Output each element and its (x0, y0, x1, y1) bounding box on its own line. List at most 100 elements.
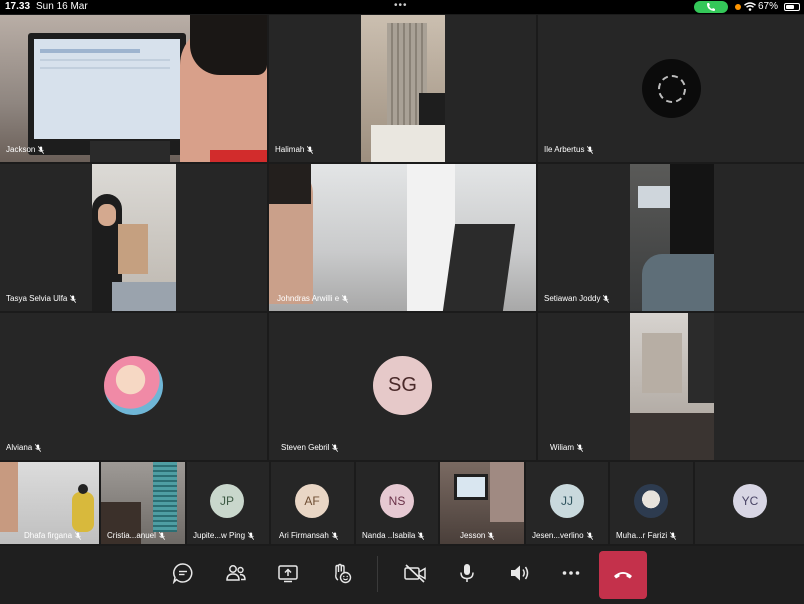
participant-tile-halimah[interactable]: Halimah (269, 15, 536, 162)
avatar: AF (295, 484, 329, 518)
avatar-initials: AF (304, 494, 320, 508)
battery-icon (784, 3, 800, 11)
name-text: Ari Firmansah (279, 531, 329, 540)
reactions-button[interactable] (328, 560, 354, 586)
name-text: Jackson (6, 145, 36, 154)
mic-muted-icon (418, 531, 425, 540)
chat-button[interactable] (170, 560, 196, 586)
mic-muted-icon (670, 531, 677, 540)
battery-fill (786, 5, 794, 9)
avatar: SG (373, 356, 432, 415)
status-date: Sun 16 Mar (36, 1, 88, 12)
mic-muted-icon (158, 531, 165, 540)
participant-tile-ari[interactable]: AF Ari Firmansah (271, 462, 354, 544)
participant-name-label: Johndras Arwilli e (277, 294, 349, 303)
status-bar: 17.33 Sun 16 Mar ••• 67% (0, 0, 804, 14)
mic-muted-icon (577, 443, 583, 452)
mic-muted-icon (70, 294, 77, 303)
video-feed (630, 164, 714, 311)
participant-tile-nanda[interactable]: NS Nanda ..Isabila (356, 462, 438, 544)
name-text: Dhafa firgana (24, 531, 73, 540)
participant-tile-ile[interactable]: Ile Arbertus (538, 15, 804, 162)
participant-name-label: Muha...r Farizi (616, 531, 677, 540)
battery-percent: 67% (758, 1, 779, 12)
participant-tile-dhafa[interactable]: Dhafa firgana (0, 462, 99, 544)
camera-off-icon (404, 564, 426, 583)
meeting-toolbar (0, 546, 804, 604)
name-text: Jesen...verlino (532, 531, 584, 540)
name-text: Muha...r Farizi (616, 531, 668, 540)
participant-name-label: Steven Gebril (281, 443, 339, 452)
participant-name-label: Cristia...anuel (107, 531, 165, 540)
participant-tile-johndras[interactable]: Johndras Arwilli e (269, 164, 536, 311)
avatar-initials: SG (388, 374, 417, 396)
video-feed (269, 164, 536, 311)
name-text: Steven Gebril (281, 443, 330, 452)
participant-name-label: Alviana (6, 443, 42, 452)
participant-tile-setiawan[interactable]: Setiawan Joddy (538, 164, 804, 311)
participant-tile-cristia[interactable]: Cristia...anuel (101, 462, 185, 544)
name-text: Jesson (460, 531, 486, 540)
name-text: Nanda ..Isabila (362, 531, 416, 540)
share-screen-icon (278, 565, 298, 583)
phone-icon (707, 3, 715, 11)
participant-tile-steven[interactable]: SG Steven Gebril (269, 313, 536, 460)
name-text: Alviana (6, 443, 33, 452)
participant-name-label: Ile Arbertus (544, 145, 594, 154)
participant-name-label: Jackson (6, 145, 45, 154)
wifi-icon (744, 2, 756, 11)
avatar (634, 484, 668, 518)
participant-tile-wiliam[interactable]: Wiliam (538, 313, 804, 460)
name-text: Tasya Selvia Ulfa (6, 294, 68, 303)
mic-muted-icon (248, 531, 255, 540)
video-feed (361, 15, 445, 162)
mic-muted-icon (38, 145, 45, 154)
video-feed (0, 15, 267, 162)
status-time: 17.33 (5, 1, 31, 12)
avatar: JJ (550, 484, 584, 518)
participant-tile-jesson[interactable]: Jesson (440, 462, 524, 544)
leave-call-button[interactable] (599, 551, 647, 599)
mic-muted-icon (587, 145, 594, 154)
participant-tile-tasya[interactable]: Tasya Selvia Ulfa (0, 164, 267, 311)
active-call-pill[interactable] (694, 1, 728, 13)
avatar-initials: JJ (561, 494, 573, 508)
microphone-toggle-button[interactable] (454, 560, 480, 586)
avatar-initials: YC (741, 494, 759, 508)
participant-name-label: Halimah (275, 145, 314, 154)
participant-tile-jupite[interactable]: JP Jupite...w Ping (187, 462, 269, 544)
speaker-button[interactable] (506, 560, 532, 586)
mic-icon (460, 564, 474, 582)
mic-muted-icon (488, 531, 495, 540)
mic-muted-icon (332, 443, 339, 452)
mic-muted-icon (603, 294, 610, 303)
participants-button[interactable] (223, 560, 249, 586)
share-screen-button[interactable] (275, 560, 301, 586)
participant-tile-jackson[interactable]: Jackson (0, 15, 267, 162)
participant-tile-yc[interactable]: YC (695, 462, 804, 544)
mic-muted-icon (331, 531, 338, 540)
participant-name-label: Jupite...w Ping (193, 531, 255, 540)
mic-muted-icon (75, 531, 82, 540)
participant-tile-muha[interactable]: Muha...r Farizi (610, 462, 693, 544)
speaker-icon (511, 565, 529, 581)
participant-name-label: Nanda ..Isabila (362, 531, 425, 540)
hang-up-icon (614, 572, 632, 579)
participant-tile-alviana[interactable]: Alviana (0, 313, 267, 460)
avatar-initials: JP (219, 494, 234, 508)
more-options-button[interactable] (558, 560, 584, 586)
name-text: Setiawan Joddy (544, 294, 601, 303)
mic-muted-icon (35, 443, 42, 452)
multitasking-dots-icon[interactable]: ••• (394, 0, 408, 11)
name-text: Wiliam (550, 443, 574, 452)
mic-muted-icon (307, 145, 314, 154)
participant-name-label: Wiliam (550, 443, 583, 452)
more-icon (562, 571, 580, 575)
chat-icon (172, 563, 193, 584)
participant-name-label: Dhafa firgana (24, 531, 82, 540)
raise-hand-icon (335, 563, 352, 584)
participant-name-label: Tasya Selvia Ulfa (6, 294, 77, 303)
name-text: Johndras Arwilli e (277, 294, 340, 303)
participant-tile-jesen[interactable]: JJ Jesen...verlino (526, 462, 608, 544)
camera-toggle-button[interactable] (402, 560, 428, 586)
